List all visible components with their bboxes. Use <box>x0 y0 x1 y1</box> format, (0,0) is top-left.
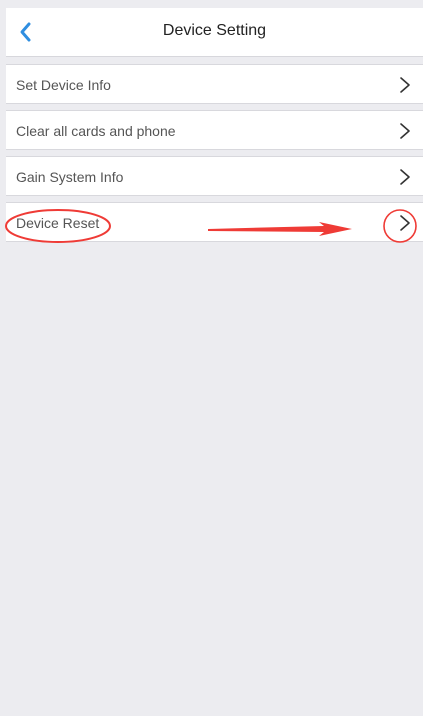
menu-item-label: Gain System Info <box>16 169 124 185</box>
chevron-right-icon <box>400 169 410 185</box>
menu-item-label: Clear all cards and phone <box>16 123 176 139</box>
chevron-right-icon <box>400 77 410 93</box>
device-setting-screen: Device Setting Set Device Info Clear all… <box>6 8 423 716</box>
settings-list: Set Device Info Clear all cards and phon… <box>6 64 423 248</box>
chevron-right-icon <box>400 123 410 139</box>
menu-item-set-device-info[interactable]: Set Device Info <box>6 64 423 104</box>
menu-item-label: Device Reset <box>16 215 100 231</box>
menu-item-gain-system-info[interactable]: Gain System Info <box>6 156 423 196</box>
menu-item-clear-all-cards-and-phone[interactable]: Clear all cards and phone <box>6 110 423 150</box>
menu-item-device-reset[interactable]: Device Reset <box>6 202 423 242</box>
chevron-right-icon <box>400 215 410 231</box>
page-title: Device Setting <box>162 22 267 39</box>
menu-item-label: Set Device Info <box>16 77 111 93</box>
header-bar: Device Setting <box>6 8 423 57</box>
